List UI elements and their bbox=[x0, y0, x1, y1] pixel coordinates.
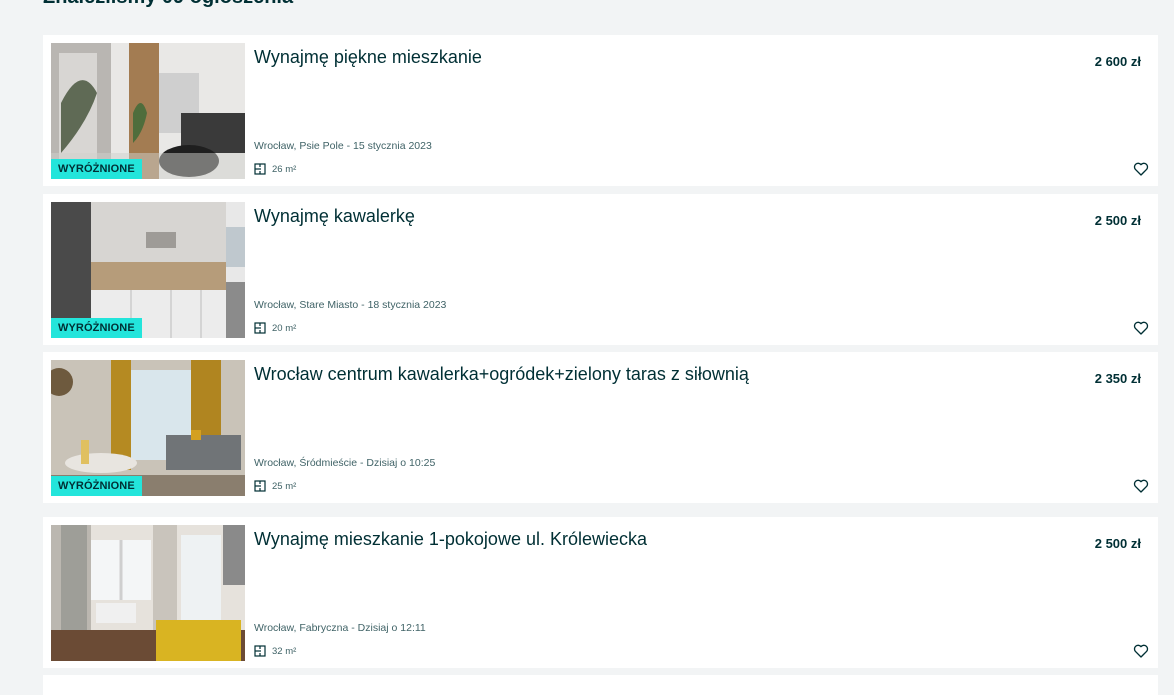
floor-plan-icon bbox=[254, 322, 266, 334]
floor-plan-icon bbox=[254, 163, 266, 175]
listing-area: 32 m² bbox=[254, 645, 296, 657]
heart-outline-icon[interactable] bbox=[1133, 161, 1149, 177]
listing-card[interactable]: WYRÓŻNIONE Wrocław centrum kawalerka+ogr… bbox=[43, 352, 1158, 503]
listing-card[interactable]: WYRÓŻNIONE Wynajmę kawalerkę 2 500 zł Wr… bbox=[43, 194, 1158, 345]
listing-area: 25 m² bbox=[254, 480, 296, 492]
listing-area-value: 25 m² bbox=[272, 480, 297, 492]
listing-photo[interactable]: WYRÓŻNIONE bbox=[51, 360, 245, 496]
listing-location-date: Wrocław, Psie Pole - 15 stycznia 2023 bbox=[254, 140, 432, 152]
heart-outline-icon[interactable] bbox=[1133, 643, 1149, 659]
listing-area: 20 m² bbox=[254, 322, 296, 334]
listing-location-date: Wrocław, Śródmieście - Dzisiaj o 10:25 bbox=[254, 457, 436, 469]
heart-outline-icon[interactable] bbox=[1133, 478, 1149, 494]
listing-area-value: 32 m² bbox=[272, 645, 297, 657]
listing-title[interactable]: Wynajmę piękne mieszkanie bbox=[254, 47, 482, 68]
listing-card[interactable]: WYRÓŻNIONE Wynajmę piękne mieszkanie 2 6… bbox=[43, 35, 1158, 186]
featured-badge: WYRÓŻNIONE bbox=[51, 318, 142, 338]
heart-outline-icon[interactable] bbox=[1133, 320, 1149, 336]
listing-card[interactable]: Wynajmę mieszkanie 1-pokojowe ul. Królew… bbox=[43, 517, 1158, 668]
listing-area: 26 m² bbox=[254, 163, 296, 175]
listing-price: 2 500 zł bbox=[1094, 213, 1141, 228]
floor-plan-icon bbox=[254, 480, 266, 492]
listing-photo[interactable]: WYRÓŻNIONE bbox=[51, 43, 245, 179]
listing-location-date: Wrocław, Fabryczna - Dzisiaj o 12:11 bbox=[254, 622, 426, 634]
listing-price: 2 350 zł bbox=[1094, 371, 1141, 386]
listing-title[interactable]: Wrocław centrum kawalerka+ogródek+zielon… bbox=[254, 364, 749, 385]
listing-title[interactable]: Wynajmę kawalerkę bbox=[254, 206, 415, 227]
floor-plan-icon bbox=[254, 645, 266, 657]
listing-photo[interactable] bbox=[51, 525, 245, 661]
listing-card[interactable] bbox=[43, 675, 1158, 695]
featured-badge: WYRÓŻNIONE bbox=[51, 159, 142, 179]
results-heading: Znaleźliśmy 09 ogłoszenia bbox=[43, 0, 293, 9]
listing-area-value: 20 m² bbox=[272, 322, 297, 334]
listing-price: 2 500 zł bbox=[1094, 536, 1141, 551]
listing-location-date: Wrocław, Stare Miasto - 18 stycznia 2023 bbox=[254, 299, 447, 311]
listing-price: 2 600 zł bbox=[1094, 54, 1141, 69]
listing-area-value: 26 m² bbox=[272, 163, 297, 175]
listing-title[interactable]: Wynajmę mieszkanie 1-pokojowe ul. Królew… bbox=[254, 529, 647, 550]
featured-badge: WYRÓŻNIONE bbox=[51, 476, 142, 496]
listing-photo[interactable]: WYRÓŻNIONE bbox=[51, 202, 245, 338]
